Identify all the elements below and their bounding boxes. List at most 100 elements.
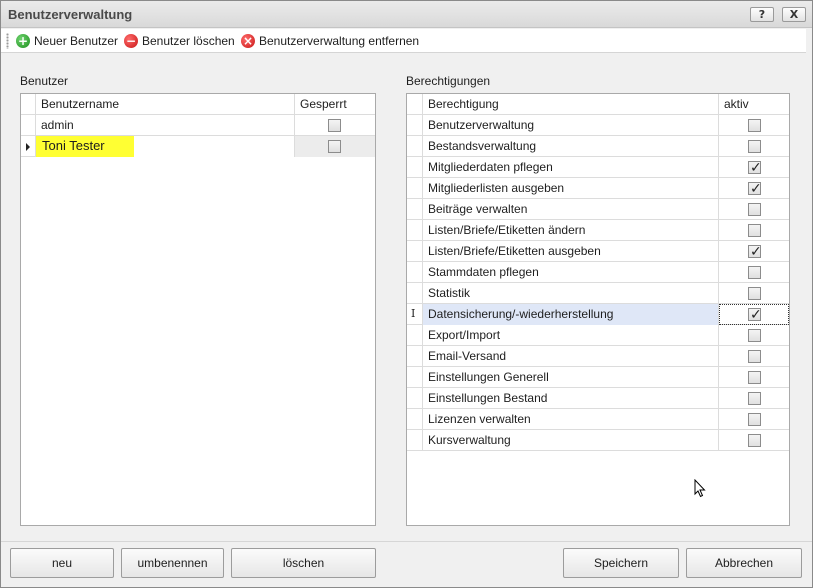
- active-cell: [719, 199, 789, 220]
- column-header-locked[interactable]: Gesperrt: [295, 94, 375, 115]
- cancel-button[interactable]: Abbrechen: [686, 548, 802, 578]
- table-row[interactable]: Benutzerverwaltung: [407, 115, 789, 136]
- table-row[interactable]: Einstellungen Bestand: [407, 388, 789, 409]
- active-checkbox-checked[interactable]: ✓: [748, 160, 762, 176]
- table-row[interactable]: Lizenzen verwalten: [407, 409, 789, 430]
- permission-name-cell[interactable]: Einstellungen Generell: [423, 367, 719, 388]
- active-cell: ✓: [719, 241, 789, 262]
- remove-user-admin-button[interactable]: × Benutzerverwaltung entfernen: [241, 33, 419, 49]
- active-checkbox-checked[interactable]: ✓: [748, 244, 762, 260]
- column-header-permission[interactable]: Berechtigung: [423, 94, 719, 115]
- permission-name-cell[interactable]: Mitgliederdaten pflegen: [423, 157, 719, 178]
- table-row[interactable]: Listen/Briefe/Etiketten ändern: [407, 220, 789, 241]
- active-checkbox[interactable]: [748, 413, 761, 426]
- permission-name-cell[interactable]: Datensicherung/-wiederherstellung: [423, 304, 719, 325]
- row-indicator: [21, 136, 36, 157]
- table-row[interactable]: Stammdaten pflegen: [407, 262, 789, 283]
- active-checkbox[interactable]: [748, 224, 761, 237]
- rename-button[interactable]: umbenennen: [121, 548, 224, 578]
- active-checkbox[interactable]: [748, 350, 761, 363]
- permissions-grid[interactable]: Berechtigung aktiv Benutzerverwaltung Bes…: [406, 93, 790, 526]
- table-row[interactable]: Kursverwaltung: [407, 430, 789, 451]
- table-row[interactable]: Email-Versand: [407, 346, 789, 367]
- active-checkbox[interactable]: [748, 119, 761, 132]
- permission-name-cell[interactable]: Listen/Briefe/Etiketten ändern: [423, 220, 719, 241]
- close-button[interactable]: X: [782, 7, 806, 22]
- table-row[interactable]: Statistik: [407, 283, 789, 304]
- new-user-label: Neuer Benutzer: [34, 34, 119, 48]
- dialog-window: Benutzerverwaltung ? X + Neuer Benutzer …: [0, 0, 813, 588]
- toolbar-grip-icon[interactable]: [6, 33, 9, 49]
- new-button[interactable]: neu: [10, 548, 114, 578]
- locked-checkbox[interactable]: [328, 140, 341, 153]
- delete-user-label: Benutzer löschen: [142, 34, 235, 48]
- save-button[interactable]: Speichern: [563, 548, 679, 578]
- active-checkbox[interactable]: [748, 371, 761, 384]
- active-cell: ✓: [719, 304, 789, 325]
- active-cell: [719, 136, 789, 157]
- active-checkbox[interactable]: [748, 434, 761, 447]
- table-row[interactable]: Export/Import: [407, 325, 789, 346]
- active-checkbox[interactable]: [748, 203, 761, 216]
- help-button[interactable]: ?: [750, 7, 774, 22]
- table-row[interactable]: Mitgliederlisten ausgeben ✓: [407, 178, 789, 199]
- active-checkbox-checked[interactable]: ✓: [748, 307, 762, 323]
- header-indicator-cell: [407, 94, 423, 115]
- permission-name-cell[interactable]: Lizenzen verwalten: [423, 409, 719, 430]
- permission-name-cell[interactable]: Mitgliederlisten ausgeben: [423, 178, 719, 199]
- permissions-group-label: Berechtigungen: [406, 74, 491, 88]
- active-checkbox[interactable]: [748, 392, 761, 405]
- table-row[interactable]: I Datensicherung/-wiederherstellung ✓: [407, 304, 789, 325]
- column-header-active[interactable]: aktiv: [719, 94, 789, 115]
- row-indicator: [407, 346, 423, 367]
- username-cell[interactable]: admin: [36, 115, 295, 136]
- permission-name-cell[interactable]: Listen/Briefe/Etiketten ausgeben: [423, 241, 719, 262]
- permission-name-cell[interactable]: Beiträge verwalten: [423, 199, 719, 220]
- permission-name-cell[interactable]: Stammdaten pflegen: [423, 262, 719, 283]
- active-cell: [719, 367, 789, 388]
- permission-name-cell[interactable]: Email-Versand: [423, 346, 719, 367]
- column-header-username[interactable]: Benutzername: [36, 94, 295, 115]
- active-checkbox[interactable]: [748, 329, 761, 342]
- active-cell: [719, 283, 789, 304]
- active-cell: ✓: [719, 157, 789, 178]
- table-row[interactable]: Mitgliederdaten pflegen ✓: [407, 157, 789, 178]
- mouse-pointer-icon: [694, 479, 706, 498]
- row-indicator: [407, 220, 423, 241]
- toolbar: + Neuer Benutzer − Benutzer löschen × Be…: [1, 29, 806, 53]
- users-grid[interactable]: Benutzername Gesperrt admin Toni Tester: [20, 93, 376, 526]
- remove-user-admin-label: Benutzerverwaltung entfernen: [259, 34, 420, 48]
- delete-user-button[interactable]: − Benutzer löschen: [124, 33, 235, 49]
- checkmark-icon: ✓: [750, 244, 762, 260]
- table-row[interactable]: Listen/Briefe/Etiketten ausgeben ✓: [407, 241, 789, 262]
- active-checkbox[interactable]: [748, 266, 761, 279]
- permission-name-cell[interactable]: Export/Import: [423, 325, 719, 346]
- row-indicator: [407, 262, 423, 283]
- permission-name-cell[interactable]: Einstellungen Bestand: [423, 388, 719, 409]
- active-checkbox-checked[interactable]: ✓: [748, 181, 762, 197]
- table-row[interactable]: Toni Tester: [21, 136, 375, 157]
- locked-cell: [295, 136, 375, 157]
- users-grid-header: Benutzername Gesperrt: [21, 94, 375, 115]
- table-row[interactable]: Bestandsverwaltung: [407, 136, 789, 157]
- active-checkbox[interactable]: [748, 140, 761, 153]
- permission-name-cell[interactable]: Statistik: [423, 283, 719, 304]
- row-indicator: [407, 199, 423, 220]
- permission-name-cell[interactable]: Kursverwaltung: [423, 430, 719, 451]
- checkmark-icon: ✓: [750, 307, 762, 323]
- new-user-button[interactable]: + Neuer Benutzer: [16, 33, 118, 49]
- row-indicator: [407, 367, 423, 388]
- delete-button[interactable]: löschen: [231, 548, 376, 578]
- row-indicator: I: [407, 304, 423, 325]
- table-row[interactable]: admin: [21, 115, 375, 136]
- permission-name-cell[interactable]: Bestandsverwaltung: [423, 136, 719, 157]
- title-bar: Benutzerverwaltung ? X: [1, 1, 812, 28]
- table-row[interactable]: Beiträge verwalten: [407, 199, 789, 220]
- edit-row-indicator-icon: I: [411, 307, 416, 320]
- row-indicator: [407, 325, 423, 346]
- username-cell-selected[interactable]: Toni Tester: [36, 136, 295, 157]
- locked-checkbox[interactable]: [328, 119, 341, 132]
- permission-name-cell[interactable]: Benutzerverwaltung: [423, 115, 719, 136]
- table-row[interactable]: Einstellungen Generell: [407, 367, 789, 388]
- active-checkbox[interactable]: [748, 287, 761, 300]
